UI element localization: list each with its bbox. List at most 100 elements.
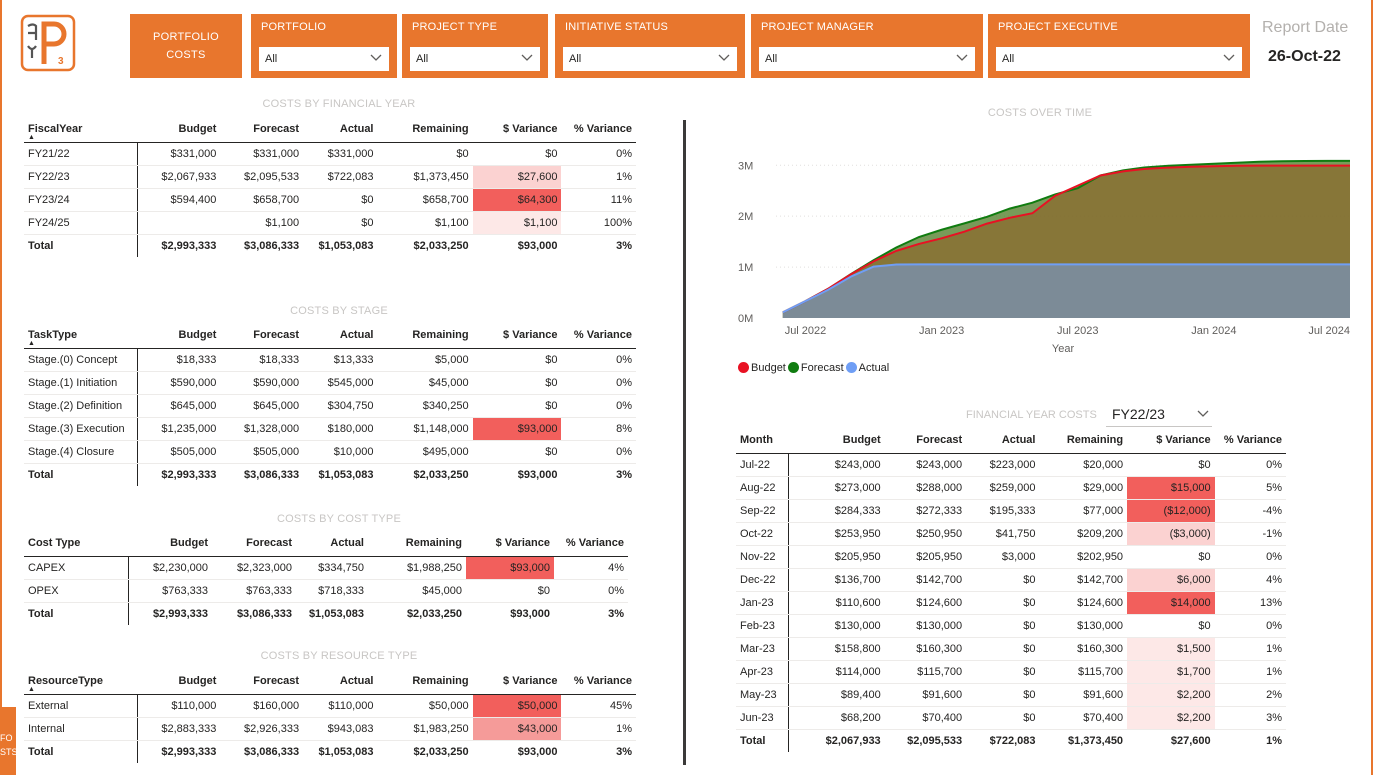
side-portfolio-costs-tab[interactable]: FO STS	[0, 707, 16, 775]
table-row[interactable]: Stage.(2) Definition $645,000 $645,000 $304…	[24, 394, 636, 418]
table-row[interactable]: Oct-22 $253,950 $250,950 $41,750 $209,200 ($3…	[736, 522, 1286, 546]
sort-ascending-icon[interactable]: ▲	[28, 686, 35, 693]
legend-item-forecast[interactable]: Forecast	[787, 362, 844, 374]
table-row[interactable]: Feb-23 $130,000 $130,000 $0 $130,000 $0 0%	[736, 614, 1286, 638]
table-cell: $3,086,333	[236, 607, 292, 620]
column-header-label: Remaining	[412, 122, 469, 135]
table-row[interactable]: Jun-23 $68,200 $70,400 $0 $70,400 $2,200 3%	[736, 706, 1286, 730]
column-header[interactable]: Remaining	[378, 668, 473, 694]
column-header[interactable]: Actual	[303, 116, 377, 142]
column-header[interactable]: Forecast	[885, 427, 966, 453]
table-cell: $505,000	[220, 440, 304, 464]
table-row[interactable]: Apr-23 $114,000 $115,700 $0 $115,700 $1,700 1%	[736, 660, 1286, 684]
table-cell: ($12,000)	[1127, 499, 1215, 523]
table-cell: $2,323,000	[212, 556, 296, 580]
column-header[interactable]: Budget	[138, 322, 221, 348]
table-row[interactable]: Dec-22 $136,700 $142,700 $0 $142,700 $6,000 4%	[736, 568, 1286, 592]
table-cell: $160,300	[1039, 637, 1128, 661]
project-type-dropdown[interactable]: All	[410, 47, 540, 71]
table-row[interactable]: FY22/23 $2,067,933 $2,095,533 $722,083 $1,37…	[24, 165, 636, 189]
table-row[interactable]: Nov-22 $205,950 $205,950 $3,000 $202,950 $0 0%	[736, 545, 1286, 569]
header-row: ResourceType ▲ Budget Forecast Actual Remaini…	[24, 668, 636, 694]
column-header[interactable]: Forecast	[212, 530, 296, 556]
table-row[interactable]: Jan-23 $110,600 $124,600 $0 $124,600 $14,000 1…	[736, 591, 1286, 615]
project-manager-dropdown[interactable]: All	[759, 47, 975, 71]
column-header[interactable]: Remaining	[1039, 427, 1127, 453]
column-header[interactable]: Remaining	[368, 530, 466, 556]
column-header[interactable]: Remaining	[378, 116, 473, 142]
table-row[interactable]: Internal $2,883,333 $2,926,333 $943,083 $1,9…	[24, 717, 636, 741]
table-cell: $2,926,333	[220, 717, 304, 741]
table-row[interactable]: External $110,000 $160,000 $110,000 $50,000 $…	[24, 694, 636, 718]
column-header[interactable]: Forecast	[220, 116, 303, 142]
table-cell: $0	[472, 440, 562, 464]
table-row[interactable]: Jul-22 $243,000 $243,000 $223,000 $20,000 $0 0…	[736, 453, 1286, 477]
column-header[interactable]: Month	[736, 427, 789, 453]
table-cell: 0%	[1214, 545, 1286, 569]
sort-ascending-icon[interactable]: ▲	[28, 340, 35, 347]
table-cell: Stage.(2) Definition	[24, 394, 139, 418]
column-header[interactable]: TaskType ▲	[24, 322, 138, 348]
column-header[interactable]: Budget	[138, 668, 221, 694]
sort-ascending-icon[interactable]: ▲	[28, 134, 35, 141]
column-header[interactable]: $ Variance	[1127, 427, 1215, 453]
column-header-label: Forecast	[246, 536, 292, 549]
column-header[interactable]: Forecast	[220, 668, 303, 694]
column-header[interactable]: Budget	[128, 530, 212, 556]
table-row[interactable]: Sep-22 $284,333 $272,333 $195,333 $77,000 ($1…	[736, 499, 1286, 523]
column-header[interactable]: Actual	[303, 322, 377, 348]
column-header[interactable]: ResourceType ▲	[24, 668, 138, 694]
table-row[interactable]: Aug-22 $273,000 $288,000 $259,000 $29,000 $15…	[736, 476, 1286, 500]
legend-item-actual[interactable]: Actual	[845, 362, 889, 374]
column-header[interactable]: Cost Type	[24, 530, 128, 556]
column-header[interactable]: % Variance	[561, 116, 636, 142]
total-row[interactable]: Total $2,993,333 $3,086,333 $1,053,083 $2,03…	[24, 602, 628, 625]
table-row[interactable]: FY23/24 $594,400 $658,700 $0 $658,700 $64,300…	[24, 188, 636, 212]
column-header[interactable]: Remaining	[378, 322, 473, 348]
total-row[interactable]: Total $2,993,333 $3,086,333 $1,053,083 $2,03…	[24, 740, 636, 763]
chevron-down-icon	[1197, 410, 1209, 417]
column-header[interactable]: Forecast	[220, 322, 303, 348]
table-row[interactable]: Stage.(0) Concept $18,333 $18,333 $13,333 $5…	[24, 348, 636, 372]
column-header[interactable]: Actual	[303, 668, 377, 694]
column-header[interactable]: % Variance	[561, 322, 636, 348]
column-header[interactable]: % Variance	[561, 668, 636, 694]
table-cell: $943,083	[303, 717, 378, 741]
total-row[interactable]: Total $2,067,933 $2,095,533 $722,083 $1,373,…	[736, 729, 1286, 752]
table-cell: $130,000	[1039, 614, 1128, 638]
table-row[interactable]: FY24/25 $1,100 $0 $1,100 $1,100 100%	[24, 211, 636, 235]
portfolio-costs-button[interactable]: PORTFOLIO COSTS	[130, 14, 242, 78]
column-header[interactable]: FiscalYear ▲	[24, 116, 138, 142]
table-cell: $1,053,083	[318, 239, 374, 252]
total-row[interactable]: Total $2,993,333 $3,086,333 $1,053,083 $2,03…	[24, 234, 636, 257]
column-header[interactable]: Budget	[789, 427, 885, 453]
table-cell: $1,100	[472, 211, 562, 235]
project-executive-dropdown[interactable]: All	[996, 47, 1242, 71]
column-header[interactable]: $ Variance	[466, 530, 554, 556]
initiative-status-dropdown[interactable]: All	[563, 47, 737, 71]
column-header[interactable]: Budget	[138, 116, 221, 142]
table-row[interactable]: FY21/22 $331,000 $331,000 $331,000 $0 $0 0%	[24, 142, 636, 166]
financial-year-dropdown[interactable]: FY22/23	[1106, 401, 1212, 427]
legend-item-budget[interactable]: Budget	[738, 362, 786, 374]
table-row[interactable]: Mar-23 $158,800 $160,300 $0 $160,300 $1,500 1%	[736, 637, 1286, 661]
table-row[interactable]: Stage.(1) Initiation $590,000 $590,000 $545…	[24, 371, 636, 395]
column-header[interactable]: % Variance	[554, 530, 628, 556]
table-row[interactable]: CAPEX $2,230,000 $2,323,000 $334,750 $1,988,…	[24, 556, 628, 580]
column-header[interactable]: $ Variance	[473, 668, 562, 694]
table-cell: $3,086,333	[244, 239, 300, 252]
report-date-label: Report Date	[1262, 19, 1349, 36]
portfolio-dropdown[interactable]: All	[259, 47, 389, 71]
table-row[interactable]: OPEX $763,333 $763,333 $718,333 $45,000 $0 0%	[24, 579, 628, 603]
total-row[interactable]: Total $2,993,333 $3,086,333 $1,053,083 $2,03…	[24, 463, 636, 486]
column-header[interactable]: $ Variance	[473, 116, 562, 142]
table-row[interactable]: Stage.(4) Closure $505,000 $505,000 $10,000…	[24, 440, 636, 464]
column-header[interactable]: $ Variance	[473, 322, 562, 348]
table-cell: Oct-22	[736, 522, 790, 546]
table-row[interactable]: Stage.(3) Execution $1,235,000 $1,328,000 $…	[24, 417, 636, 441]
column-header[interactable]: Actual	[966, 427, 1039, 453]
costs-by-stage-table: TaskType ▲ Budget Forecast Actual Remaining $ …	[24, 322, 636, 486]
column-header[interactable]: % Variance	[1215, 427, 1286, 453]
column-header[interactable]: Actual	[296, 530, 368, 556]
table-row[interactable]: May-23 $89,400 $91,600 $0 $91,600 $2,200 2%	[736, 683, 1286, 707]
